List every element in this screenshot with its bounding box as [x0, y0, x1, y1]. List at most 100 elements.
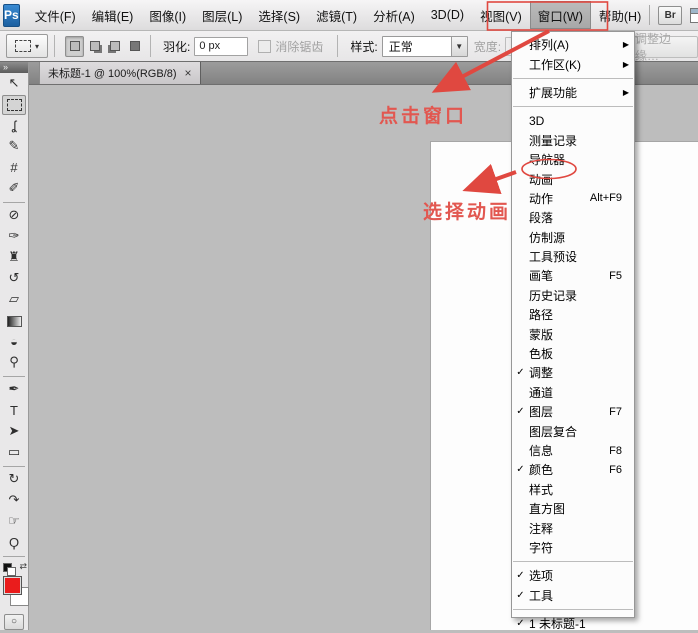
document-tab-title: 未标题-1 @ 100%(RGB/8)	[48, 65, 177, 81]
window-menu-item-history[interactable]: 历史记录	[512, 286, 634, 305]
gradient-tool[interactable]	[2, 311, 26, 331]
menubar-item-layer[interactable]: 图层(L)	[194, 1, 250, 29]
window-menu-item-animation[interactable]: 动画	[512, 169, 634, 188]
history-brush-tool[interactable]: ↺	[2, 269, 26, 289]
window-menu-item-options[interactable]: ✓选项	[512, 566, 634, 585]
menubar-item-filter[interactable]: 滤镜(T)	[308, 1, 365, 29]
window-menu-item-adjustments[interactable]: ✓调整	[512, 363, 634, 382]
clone-stamp-tool[interactable]: ♜	[2, 248, 26, 268]
menu-separator	[513, 609, 633, 610]
window-menu-item-actions[interactable]: 动作Alt+F9	[512, 189, 634, 208]
subtract-from-selection-button[interactable]	[105, 36, 124, 57]
window-menu-item-channels[interactable]: 通道	[512, 383, 634, 402]
menubar-item-edit[interactable]: 编辑(E)	[84, 1, 142, 29]
path-selection-tool[interactable]: ➤	[2, 422, 26, 442]
menubar-item-view[interactable]: 视图(V)	[472, 1, 530, 29]
type-tool[interactable]: T	[2, 401, 26, 421]
crop-tool[interactable]: #	[2, 158, 26, 178]
tool-preset-picker[interactable]: ▾	[6, 34, 48, 58]
menu-bar: Ps 文件(F)编辑(E)图像(I)图层(L)选择(S)滤镜(T)分析(A)3D…	[0, 0, 698, 31]
tool-group-separator	[3, 376, 25, 377]
new-selection-button[interactable]	[65, 36, 84, 57]
menubar-item-select[interactable]: 选择(S)	[250, 1, 308, 29]
pen-tool[interactable]: ✒	[2, 380, 26, 400]
window-menu-item-paths[interactable]: 路径	[512, 305, 634, 324]
window-menu-item-notes[interactable]: 注释	[512, 518, 634, 537]
menu-item-label: 颜色	[529, 461, 553, 478]
lasso-tool[interactable]: ʆ	[2, 116, 26, 136]
window-menu-item-extensions[interactable]: 扩展功能▶	[512, 83, 634, 102]
zoom-tool[interactable]: Ϙ	[2, 533, 26, 553]
document-tab[interactable]: 未标题-1 @ 100%(RGB/8) ×	[39, 62, 201, 84]
menubar-item-image[interactable]: 图像(I)	[141, 1, 194, 29]
move-tool[interactable]: ↖	[2, 74, 26, 94]
3d-rotate-tool[interactable]: ↻	[2, 470, 26, 490]
window-menu-item-masks[interactable]: 蒙版	[512, 324, 634, 343]
workspace-switcher-button[interactable]: ▾	[690, 8, 698, 23]
window-menu-item-layer-comps[interactable]: 图层复合	[512, 421, 634, 440]
swap-colors-icon[interactable]: ⇄	[19, 561, 27, 572]
3d-orbit-tool[interactable]: ↷	[2, 491, 26, 511]
menubar-item-window[interactable]: 窗口(W)	[530, 1, 591, 29]
menubar-item-analysis[interactable]: 分析(A)	[365, 1, 423, 29]
brush-tool[interactable]: ✑	[2, 227, 26, 247]
blur-tool[interactable]: ◒	[2, 332, 26, 352]
window-menu-item-tools[interactable]: ✓工具	[512, 586, 634, 605]
menu-item-label: 图层复合	[529, 423, 577, 440]
default-colors-button[interactable]	[3, 563, 14, 574]
style-select[interactable]: 正常 ▼	[382, 36, 468, 57]
window-menu-item-navigator[interactable]: 导航器	[512, 150, 634, 169]
menu-item-label: 样式	[529, 481, 553, 498]
window-menu-item-histogram[interactable]: 直方图	[512, 499, 634, 518]
menu-item-label: 工具预设	[529, 248, 577, 265]
window-menu-item-swatches[interactable]: 色板	[512, 344, 634, 363]
foreground-color-swatch[interactable]	[3, 576, 22, 595]
window-menu-item-clone-source[interactable]: 仿制源	[512, 228, 634, 247]
add-to-selection-button[interactable]	[85, 36, 104, 57]
window-menu-item-brushes[interactable]: 画笔F5	[512, 266, 634, 285]
close-icon[interactable]: ×	[185, 66, 192, 80]
antialias-checkbox[interactable]	[258, 40, 271, 53]
menubar-item-file[interactable]: 文件(F)	[27, 1, 84, 29]
refine-edge-button: 调整边缘…	[626, 36, 698, 58]
menu-item-label: 动作	[529, 190, 553, 207]
window-menu-item-character[interactable]: 字符	[512, 538, 634, 557]
quick-mask-button[interactable]: ○	[4, 614, 24, 630]
window-menu-panel: 排列(A)▶工作区(K)▶ 扩展功能▶ 3D测量记录导航器动画动作Alt+F9段落仿…	[511, 31, 635, 618]
feather-input[interactable]: 0 px	[194, 37, 248, 56]
shape-tool[interactable]: ▭	[2, 443, 26, 463]
window-menu-item-measurement-log[interactable]: 测量记录	[512, 131, 634, 150]
dodge-tool[interactable]: ⚲	[2, 353, 26, 373]
tool-group-separator	[3, 556, 25, 557]
window-menu-item-color[interactable]: ✓颜色F6	[512, 460, 634, 479]
3d-orbit-tool-icon: ↷	[9, 492, 20, 508]
style-label: 样式:	[350, 38, 377, 55]
window-menu-item-3d[interactable]: 3D	[512, 111, 634, 130]
window-menu-item-info[interactable]: 信息F8	[512, 441, 634, 460]
eyedropper-tool[interactable]: ✐	[2, 179, 26, 199]
options-divider	[150, 35, 151, 57]
menu-item-label: 工具	[529, 587, 553, 604]
toolbar-collapse-button[interactable]: »	[0, 62, 28, 73]
eraser-tool[interactable]: ▱	[2, 290, 26, 310]
window-menu-item-document-1[interactable]: ✓1 未标题-1	[512, 614, 634, 633]
menubar-item-3d[interactable]: 3D(D)	[423, 1, 472, 29]
window-menu-item-paragraph[interactable]: 段落	[512, 208, 634, 227]
rectangular-marquee-tool[interactable]	[2, 95, 26, 115]
bridge-button[interactable]: Br	[658, 6, 682, 25]
menu-item-label: 段落	[529, 209, 553, 226]
window-menu-item-layers[interactable]: ✓图层F7	[512, 402, 634, 421]
healing-brush-tool[interactable]: ⊘	[2, 206, 26, 226]
checkmark-icon: ✓	[512, 570, 529, 581]
pen-tool-icon: ✒	[9, 381, 20, 397]
hand-tool[interactable]: ☞	[2, 512, 26, 532]
intersect-selection-button[interactable]	[125, 36, 144, 57]
window-menu-item-tool-presets[interactable]: 工具预设	[512, 247, 634, 266]
menubar-item-help[interactable]: 帮助(H)	[591, 1, 649, 29]
quick-selection-tool[interactable]: ✎	[2, 137, 26, 157]
window-menu-item-styles[interactable]: 样式	[512, 480, 634, 499]
menu-item-label: 选项	[529, 567, 553, 584]
window-menu-item-workspace[interactable]: 工作区(K)▶	[512, 54, 634, 73]
checkmark-icon: ✓	[512, 618, 529, 629]
window-menu-item-arrange[interactable]: 排列(A)▶	[512, 35, 634, 54]
